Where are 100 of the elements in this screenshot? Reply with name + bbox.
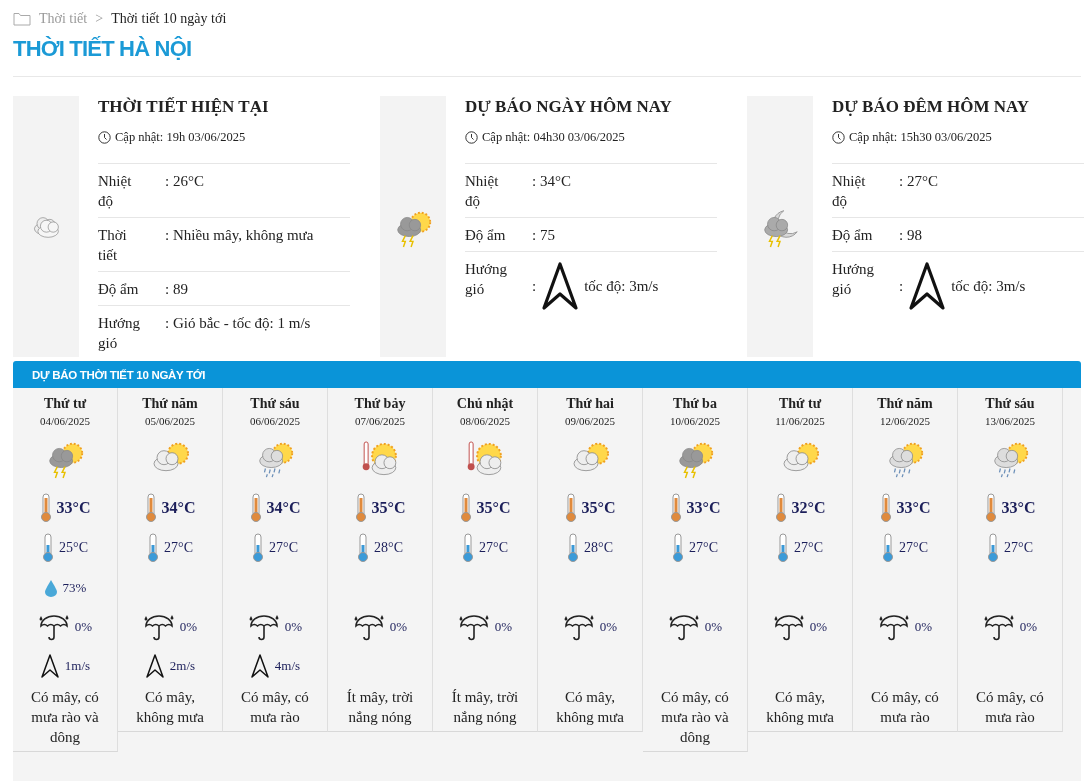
day-date: 08/06/2025	[459, 415, 511, 427]
row-label: Độ ẩm	[98, 280, 140, 299]
cold-thermometer-icon	[987, 533, 1000, 563]
max-temperature: 35°C	[581, 499, 616, 517]
row-value: : Gió bắc - tốc độ: 1 m/s	[165, 314, 311, 333]
min-temperature: 27°C	[1004, 540, 1033, 556]
umbrella-icon	[37, 612, 70, 642]
min-temperature: 27°C	[479, 540, 508, 556]
cold-thermometer-icon	[567, 533, 580, 563]
max-temperature: 34°C	[266, 499, 301, 517]
wind-arrow-icon	[144, 653, 165, 679]
rain-chance: 0%	[74, 619, 93, 635]
max-temperature: 33°C	[896, 499, 931, 517]
row-value: : 26°C	[165, 172, 204, 191]
min-temperature: 25°C	[59, 540, 88, 556]
hot-thermometer-icon	[354, 493, 367, 523]
weather-description: Có mây, không mưa	[555, 688, 625, 727]
max-temperature: 33°C	[1001, 499, 1036, 517]
update-time: Cập nhật: 19h 03/06/2025	[115, 130, 246, 145]
row-label: Độ ẩm	[465, 226, 507, 245]
umbrella-icon	[247, 612, 280, 642]
wind-speed: 2m/s	[169, 658, 196, 674]
umbrella-icon	[667, 612, 700, 642]
hot-thermometer-icon	[39, 493, 52, 523]
cold-thermometer-icon	[42, 533, 55, 563]
breadcrumb-separator: >	[95, 11, 104, 27]
row-value: : 34°C	[532, 172, 571, 191]
panel-title: DỰ BÁO NGÀY HÔM NAY	[465, 97, 673, 117]
cold-thermometer-icon	[672, 533, 685, 563]
umbrella-icon	[982, 612, 1015, 642]
cold-thermometer-icon	[357, 533, 370, 563]
max-temperature: 33°C	[686, 499, 721, 517]
hot-thermometer-icon	[879, 493, 892, 523]
max-temperature: 32°C	[791, 499, 826, 517]
weather-description: Có mây, có mưa rào	[870, 688, 940, 727]
row-label: Hướng gió	[465, 260, 508, 299]
rain-chance: 0%	[1019, 619, 1038, 635]
row-label: Hướng gió	[832, 260, 875, 299]
day-date: 13/06/2025	[984, 415, 1036, 427]
cold-thermometer-icon	[462, 533, 475, 563]
update-time: Cập nhật: 04h30 03/06/2025	[482, 130, 625, 145]
day-name: Thứ bảy	[354, 396, 406, 412]
day-name: Thứ sáu	[985, 396, 1035, 412]
page-title: THỜI TIẾT HÀ NỘI	[13, 36, 1081, 77]
row-value: tốc độ: 3m/s	[951, 277, 1026, 296]
umbrella-icon	[877, 612, 910, 642]
hot-thermometer-icon	[669, 493, 682, 523]
rain-chance: 0%	[284, 619, 303, 635]
rain-chance: 0%	[914, 619, 933, 635]
weather-description: Ít mây, trời nắng nóng	[450, 688, 520, 727]
rain-chance: 0%	[599, 619, 618, 635]
clock-icon	[98, 131, 111, 144]
day-date: 06/06/2025	[249, 415, 301, 427]
hot-thermometer-icon	[564, 493, 577, 523]
breadcrumb-current: Thời tiết 10 ngày tới	[111, 11, 227, 27]
hot-thermometer-icon	[774, 493, 787, 523]
weather-description: Ít mây, trời nắng nóng	[345, 688, 415, 727]
max-temperature: 34°C	[161, 499, 196, 517]
rain-chance: 0%	[494, 619, 513, 635]
weather-description: Có mây, có mưa rào	[975, 688, 1045, 727]
min-temperature: 27°C	[269, 540, 298, 556]
min-temperature: 28°C	[374, 540, 403, 556]
day-date: 05/06/2025	[144, 415, 196, 427]
day-name: Thứ năm	[142, 396, 198, 412]
min-temperature: 27°C	[689, 540, 718, 556]
humidity: 73%	[62, 580, 87, 596]
weather-description: Có mây, không mưa	[765, 688, 835, 727]
clock-icon	[465, 131, 478, 144]
rain-chance: 0%	[704, 619, 723, 635]
rain-chance: 0%	[179, 619, 198, 635]
weather-description: Có mây, có mưa rào và dông	[30, 688, 100, 747]
day-name: Thứ sáu	[250, 396, 300, 412]
hot-thermometer-icon	[249, 493, 262, 523]
row-label: Độ ẩm	[832, 226, 874, 245]
update-time: Cập nhật: 15h30 03/06/2025	[849, 130, 992, 145]
section-banner: DỰ BÁO THỜI TIẾT 10 NGÀY TỚI	[13, 361, 1081, 388]
row-label: Nhiệt độ	[465, 172, 500, 211]
row-label: Thời tiết	[98, 226, 128, 265]
weather-description: Có mây, có mưa rào	[240, 688, 310, 727]
wind-speed: 4m/s	[274, 658, 301, 674]
water-drop-icon	[43, 579, 58, 597]
day-date: 07/06/2025	[354, 415, 406, 427]
day-date: 10/06/2025	[669, 415, 721, 427]
weather-description: Có mây, có mưa rào và dông	[660, 688, 730, 747]
row-value: tốc độ: 3m/s	[584, 277, 659, 296]
row-value: : 98	[899, 226, 922, 245]
breadcrumb-link[interactable]: Thời tiết	[39, 11, 88, 27]
row-label: Nhiệt độ	[98, 172, 133, 211]
max-temperature: 35°C	[371, 499, 406, 517]
day-date: 04/06/2025	[39, 415, 91, 427]
umbrella-icon	[352, 612, 385, 642]
wind-speed: 1m/s	[64, 658, 91, 674]
weather-description: Có mây, không mưa	[135, 688, 205, 727]
clock-icon	[832, 131, 845, 144]
cold-thermometer-icon	[147, 533, 160, 563]
day-name: Thứ tư	[43, 396, 87, 412]
umbrella-icon	[562, 612, 595, 642]
day-date: 12/06/2025	[879, 415, 931, 427]
day-name: Thứ ba	[673, 396, 717, 412]
colon: :	[899, 277, 904, 296]
